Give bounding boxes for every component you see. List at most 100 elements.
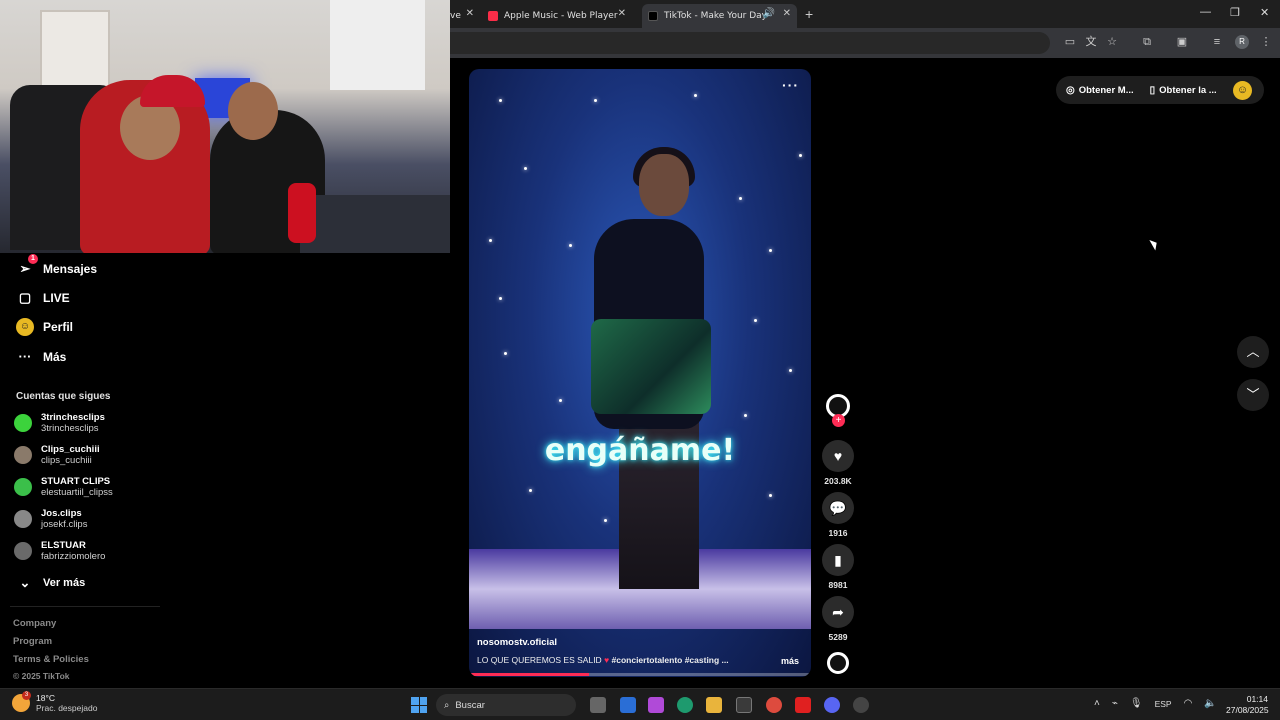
get-app-button[interactable]: ▯ Obtener la ...	[1150, 85, 1217, 96]
taskbar-search[interactable]: ⌕ Buscar	[436, 694, 576, 716]
weather-sun-icon: 3	[12, 691, 31, 712]
youtube-icon[interactable]	[795, 697, 811, 713]
video-description: LO QUE QUEREMOS ES SALID ♥ #conciertotal…	[477, 655, 807, 665]
window-close-icon[interactable]: ✕	[1260, 6, 1269, 19]
tab-apple-music[interactable]: Apple Music - Web Player ✕	[482, 4, 632, 28]
close-icon[interactable]: ✕	[783, 8, 791, 19]
windows-start-icon[interactable]	[411, 697, 427, 713]
description-more-button[interactable]: más	[781, 656, 799, 666]
network-off-icon[interactable]: ⌁	[1112, 698, 1118, 709]
search-icon: ⌕	[444, 699, 450, 711]
chrome-icon[interactable]	[766, 697, 782, 713]
video-author[interactable]: nosomostv.oficial	[477, 637, 557, 648]
app-icon[interactable]	[620, 697, 636, 713]
account-avatar	[14, 446, 32, 464]
stage-light	[799, 154, 802, 157]
share-arrow-icon[interactable]: ➦	[822, 596, 854, 628]
wifi-icon[interactable]: ◠	[1184, 698, 1193, 709]
background-curtain	[330, 0, 425, 90]
followed-account[interactable]: ELSTUAR fabrizziomolero	[14, 538, 105, 564]
tab-partial[interactable]: ve ✕	[450, 4, 480, 28]
side-panel-icon[interactable]: ▣	[1175, 35, 1189, 49]
singer-head	[639, 154, 689, 216]
bookmark-star-icon[interactable]: ☆	[1105, 35, 1119, 49]
nav-profile[interactable]: ☺ Perfil	[16, 318, 73, 336]
video-player[interactable]: engáñame! ··· nosomostv.oficial LO QUE Q…	[469, 69, 811, 677]
send-icon: ➢ 1	[16, 254, 38, 278]
nav-label: Más	[43, 350, 67, 364]
account-name: Clips_cuchiii	[41, 444, 100, 455]
stage-light	[744, 414, 747, 417]
weather-temperature: 18°C	[36, 693, 55, 703]
share-action[interactable]: ➦ 5289	[822, 596, 854, 642]
bookmark-icon[interactable]: ▮	[822, 544, 854, 576]
cast-icon[interactable]: ▭	[1063, 35, 1077, 49]
save-action[interactable]: ▮ 8981	[822, 544, 854, 590]
get-coins-button[interactable]: ◎ Obtener M...	[1066, 85, 1134, 96]
discord-icon[interactable]	[824, 697, 840, 713]
edge-icon[interactable]	[677, 697, 693, 713]
next-video-button[interactable]: ﹀	[1237, 379, 1269, 411]
clock[interactable]: 01:14 27/08/2025	[1226, 694, 1269, 716]
close-icon[interactable]: ✕	[618, 8, 626, 19]
previous-video-button[interactable]: ︿	[1237, 336, 1269, 368]
account-name: 3trinchesclips	[41, 412, 105, 423]
file-explorer-icon[interactable]	[706, 697, 722, 713]
heart-icon[interactable]: ♥	[822, 440, 854, 472]
comment-icon[interactable]: 💬	[822, 492, 854, 524]
speaker-icon[interactable]: 🔊	[763, 8, 775, 19]
comment-action[interactable]: 💬 1916	[822, 492, 854, 538]
live-icon: ▢	[18, 290, 32, 305]
like-action[interactable]: ♥ 203.8K	[822, 440, 854, 486]
followed-account[interactable]: Jos.clips josekf.clips	[14, 506, 87, 532]
nav-more[interactable]: ··· Más	[16, 348, 67, 366]
follow-plus-icon[interactable]: +	[832, 414, 845, 427]
new-tab-button[interactable]: +	[805, 6, 813, 22]
tab-tiktok[interactable]: TikTok - Make Your Day 🔊 ✕	[642, 4, 797, 28]
account-username: clips_cuchiii	[41, 455, 92, 466]
kebab-menu-icon[interactable]: ⋮	[1259, 35, 1273, 49]
get-coins-label: Obtener M...	[1078, 84, 1134, 96]
store-icon[interactable]	[736, 697, 752, 713]
reading-list-icon[interactable]: ≡	[1210, 35, 1224, 49]
footer-link-terms[interactable]: Terms & Policies	[13, 654, 89, 665]
copyright: © 2025 TikTok	[13, 671, 70, 681]
profile-avatar[interactable]: R	[1235, 35, 1249, 49]
close-icon[interactable]: ✕	[466, 8, 474, 19]
progress-bar[interactable]	[469, 673, 811, 676]
restore-icon[interactable]: ❐	[1230, 6, 1240, 19]
nav-messages[interactable]: ➢ 1 Mensajes	[16, 254, 97, 278]
microphone-icon[interactable]: 🎙	[1130, 698, 1143, 709]
translate-icon[interactable]: 文	[1084, 35, 1098, 49]
stage-light	[569, 244, 572, 247]
address-bar[interactable]	[450, 32, 1050, 54]
weather-widget[interactable]: 3 18°C Prac. despejado	[12, 691, 97, 713]
more-options-icon[interactable]: ···	[782, 77, 799, 93]
volume-icon[interactable]: 🔈	[1204, 698, 1216, 709]
video-caption: engáñame!	[544, 433, 736, 468]
language-indicator[interactable]: ESP	[1155, 699, 1172, 709]
followed-account[interactable]: Clips_cuchiii clips_cuchiii	[14, 442, 100, 468]
extensions-icon[interactable]: ⧉	[1140, 35, 1154, 49]
followed-account[interactable]: STUART CLIPS elestuartiil_clipss	[14, 474, 113, 500]
app-icon[interactable]	[853, 697, 869, 713]
minimize-icon[interactable]: —	[1200, 6, 1211, 18]
like-count: 203.8K	[824, 476, 852, 486]
see-more-button[interactable]: ⌄ Ver más	[16, 574, 86, 592]
task-view-icon[interactable]	[590, 697, 606, 713]
user-avatar[interactable]: ☺	[1233, 81, 1252, 100]
account-username: elestuartiil_clipss	[41, 487, 113, 498]
nav-live[interactable]: ▢ LIVE	[16, 289, 70, 307]
stage-light	[529, 489, 532, 492]
hashtags[interactable]: #conciertotalento #casting ...	[612, 655, 729, 665]
footer-link-company[interactable]: Company	[13, 618, 56, 629]
save-count: 8981	[828, 580, 848, 590]
music-disc-icon[interactable]	[827, 652, 849, 674]
chevron-up-icon[interactable]: ˄	[1094, 698, 1100, 709]
account-avatar	[14, 414, 32, 432]
followed-account[interactable]: 3trinchesclips 3trinchesclips	[14, 410, 105, 436]
copilot-icon[interactable]	[648, 697, 664, 713]
stage-light	[789, 369, 792, 372]
footer-link-program[interactable]: Program	[13, 636, 52, 647]
microphone	[288, 183, 316, 243]
